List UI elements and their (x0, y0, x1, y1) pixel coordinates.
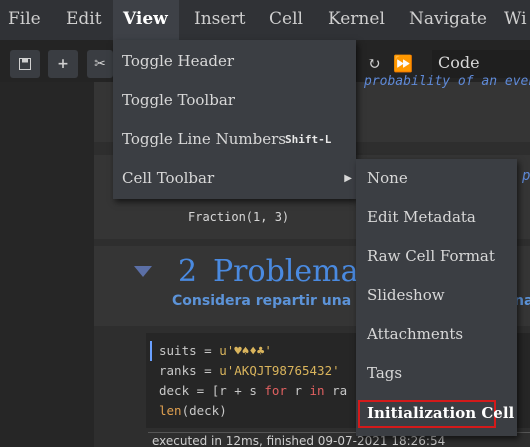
submenu-item-none[interactable]: None (356, 159, 517, 198)
collapse-triangle-icon[interactable] (134, 266, 152, 277)
submenu-arrow-icon: ▶ (344, 173, 352, 184)
heading-number: 2 (178, 254, 198, 289)
menu-navigate[interactable]: Navigate (399, 0, 497, 40)
menu-item-label: Toggle Line Numbers (122, 130, 286, 148)
view-menu-dropdown: Toggle Header Toggle Toolbar Toggle Line… (113, 40, 356, 199)
left-gutter (0, 82, 94, 447)
save-button[interactable] (10, 50, 40, 78)
scissors-icon: ✂ (94, 56, 106, 72)
menu-item-toggle-line-numbers[interactable]: Toggle Line Numbers Shift-L (113, 120, 356, 159)
code-token: deck (159, 383, 197, 398)
cursor-bar (150, 341, 152, 361)
submenu-item-attachments[interactable]: Attachments (356, 315, 517, 354)
menu-insert[interactable]: Insert (184, 0, 255, 40)
menu-edit[interactable]: Edit (56, 0, 112, 40)
code-line-1: suits = u'♥♠♦♣' (159, 343, 272, 358)
fraction-output: Fraction(1, 3) (188, 210, 290, 224)
code-token: suits (159, 343, 197, 358)
menu-widgets[interactable]: Wi (494, 0, 530, 40)
menu-item-label: Toggle Header (122, 52, 235, 70)
submenu-item-slideshow[interactable]: Slideshow (356, 276, 517, 315)
code-token: u'AKQJT98765432' (219, 363, 340, 378)
code-token: len (159, 403, 182, 418)
code-line-4: len(deck) (159, 403, 227, 418)
code-token: r (286, 383, 310, 398)
submenu-item-tags[interactable]: Tags (356, 354, 517, 393)
markdown-text: Considera repartir una m na (172, 293, 530, 309)
code-token: ranks (159, 363, 197, 378)
code-line-2: ranks = u'AKQJT98765432' (159, 363, 340, 378)
menu-view[interactable]: View (113, 0, 179, 40)
menu-item-toggle-toolbar[interactable]: Toggle Toolbar (113, 81, 356, 120)
code-line-3: deck = [r + s for r in ra (159, 383, 347, 398)
submenu-item-edit-metadata[interactable]: Edit Metadata (356, 198, 517, 237)
heading-title: Problemas (213, 254, 374, 289)
plus-icon: + (57, 56, 69, 72)
restart-icon: ↻ (367, 54, 381, 73)
menu-file[interactable]: File (0, 0, 51, 40)
code-token: in (309, 383, 325, 398)
output-text-cut: p (522, 168, 530, 184)
output-text: probability of an even (364, 74, 530, 89)
markdown-text-start: Considera repartir una m (172, 293, 371, 309)
shortcut-label: Shift-L (285, 133, 332, 146)
submenu-item-raw-cell-format[interactable]: Raw Cell Format (356, 237, 517, 276)
submenu-item-initialization-cell[interactable]: Initialization Cell (367, 402, 514, 424)
cut-button[interactable]: ✂ (87, 50, 113, 78)
code-token: = [r + s (196, 383, 265, 398)
menu-bar: File Edit View Insert Cell Kernel Naviga… (0, 0, 530, 40)
code-token: = (196, 343, 220, 358)
menu-item-cell-toolbar[interactable]: Cell Toolbar ▶ (113, 159, 356, 198)
menu-item-label: Toggle Toolbar (122, 91, 235, 109)
add-cell-button[interactable]: + (48, 50, 78, 78)
menu-item-toggle-header[interactable]: Toggle Header (113, 42, 356, 81)
code-token: = (196, 363, 220, 378)
fast-forward-icon: ⏩ (393, 54, 413, 73)
cell-toolbar-submenu: None Edit Metadata Raw Cell Format Slide… (356, 159, 517, 436)
code-token: for (264, 383, 287, 398)
menu-item-label: Cell Toolbar (122, 169, 215, 187)
code-token: u'♥♠♦♣' (219, 343, 272, 358)
code-token: (deck) (181, 403, 227, 418)
code-token: ra (324, 383, 348, 398)
menu-cell[interactable]: Cell (259, 0, 313, 40)
menu-kernel[interactable]: Kernel (318, 0, 395, 40)
save-icon (19, 58, 31, 70)
